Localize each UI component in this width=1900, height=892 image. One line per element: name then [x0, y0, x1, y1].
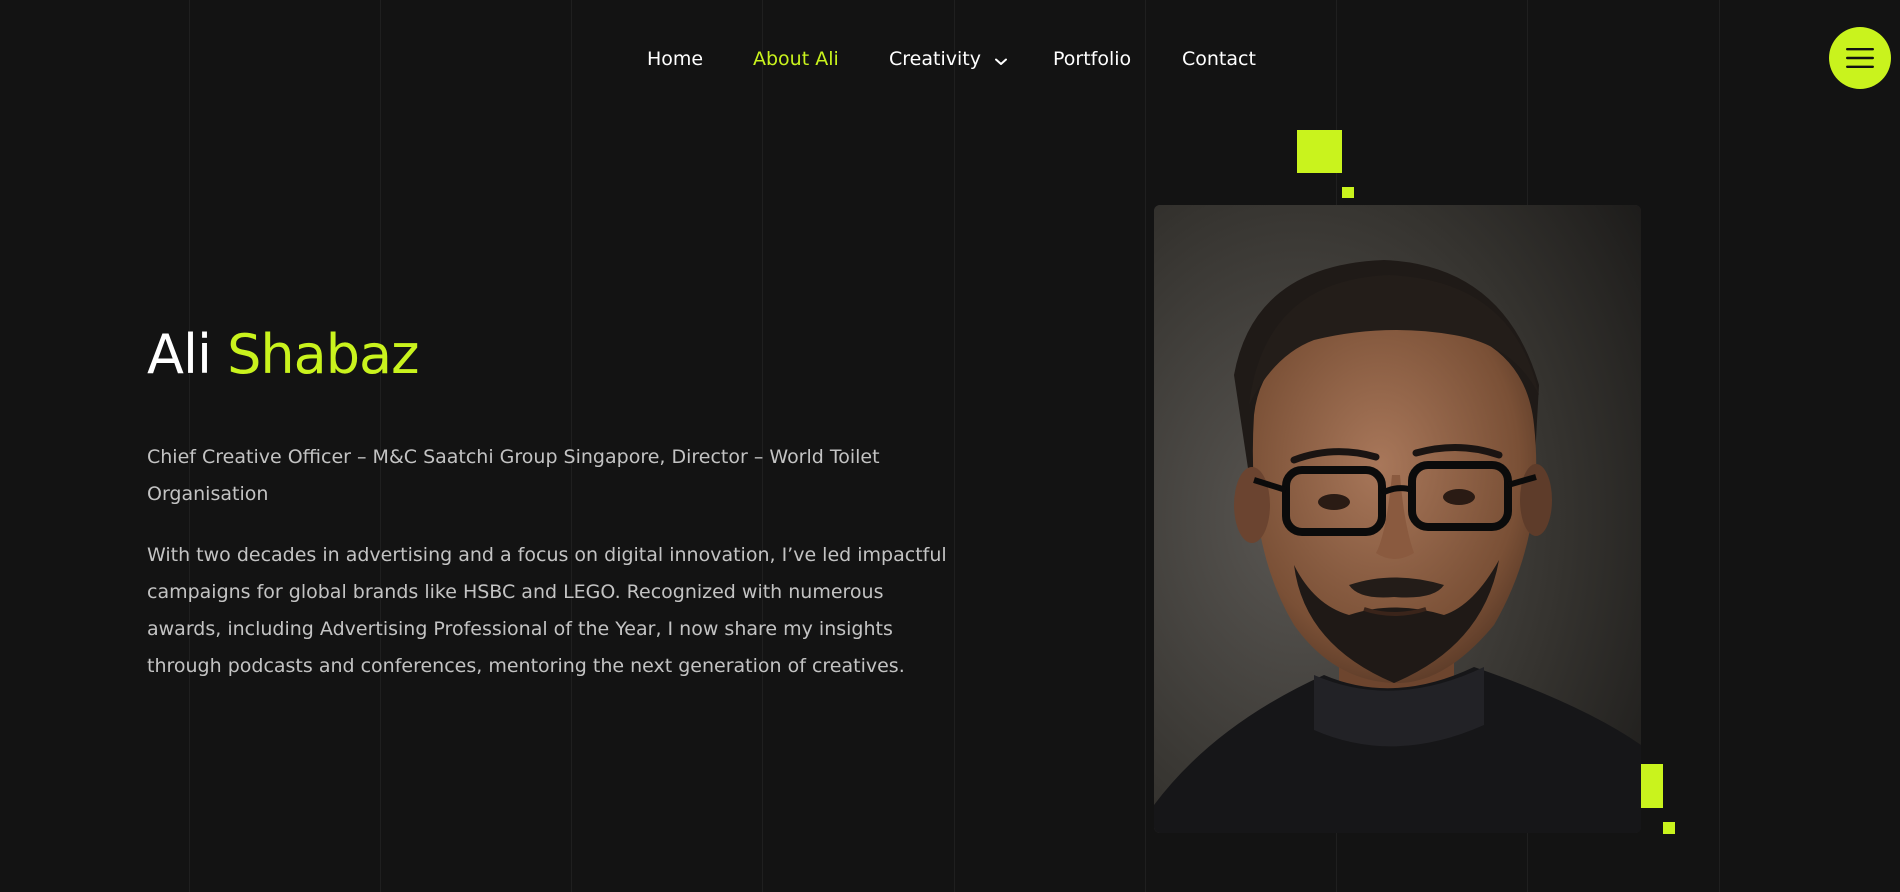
- nav-home-link[interactable]: Home: [647, 44, 703, 74]
- nav-creativity-label: Creativity: [889, 48, 981, 70]
- nav-contact-link[interactable]: Contact: [1182, 44, 1256, 74]
- grid-line: [954, 0, 955, 892]
- menu-button[interactable]: [1829, 27, 1891, 89]
- hero-last-name: Shabaz: [227, 323, 419, 386]
- chevron-down-icon: [995, 45, 1007, 75]
- grid-line: [1145, 0, 1146, 892]
- hero-bio: With two decades in advertising and a fo…: [147, 544, 947, 677]
- nav-about-link[interactable]: About Ali: [753, 44, 839, 74]
- page: Home About Ali Creativity Portfolio Cont…: [0, 0, 1900, 892]
- hero-name: Ali Shabaz: [147, 322, 419, 388]
- decorative-square: [1342, 187, 1354, 198]
- main-nav: Home About Ali Creativity Portfolio Cont…: [0, 44, 1900, 74]
- decorative-square: [1297, 130, 1342, 173]
- profile-photo: [1154, 205, 1641, 833]
- decorative-square: [1663, 822, 1675, 834]
- hero-first-name: Ali: [147, 323, 212, 386]
- nav-portfolio-link[interactable]: Portfolio: [1053, 44, 1131, 74]
- grid-line: [1719, 0, 1720, 892]
- hamburger-icon: [1846, 48, 1874, 68]
- portrait-illustration: [1154, 205, 1641, 833]
- hero-role: Chief Creative Officer – M&C Saatchi Gro…: [147, 446, 880, 505]
- nav-creativity-link[interactable]: Creativity: [889, 44, 1007, 75]
